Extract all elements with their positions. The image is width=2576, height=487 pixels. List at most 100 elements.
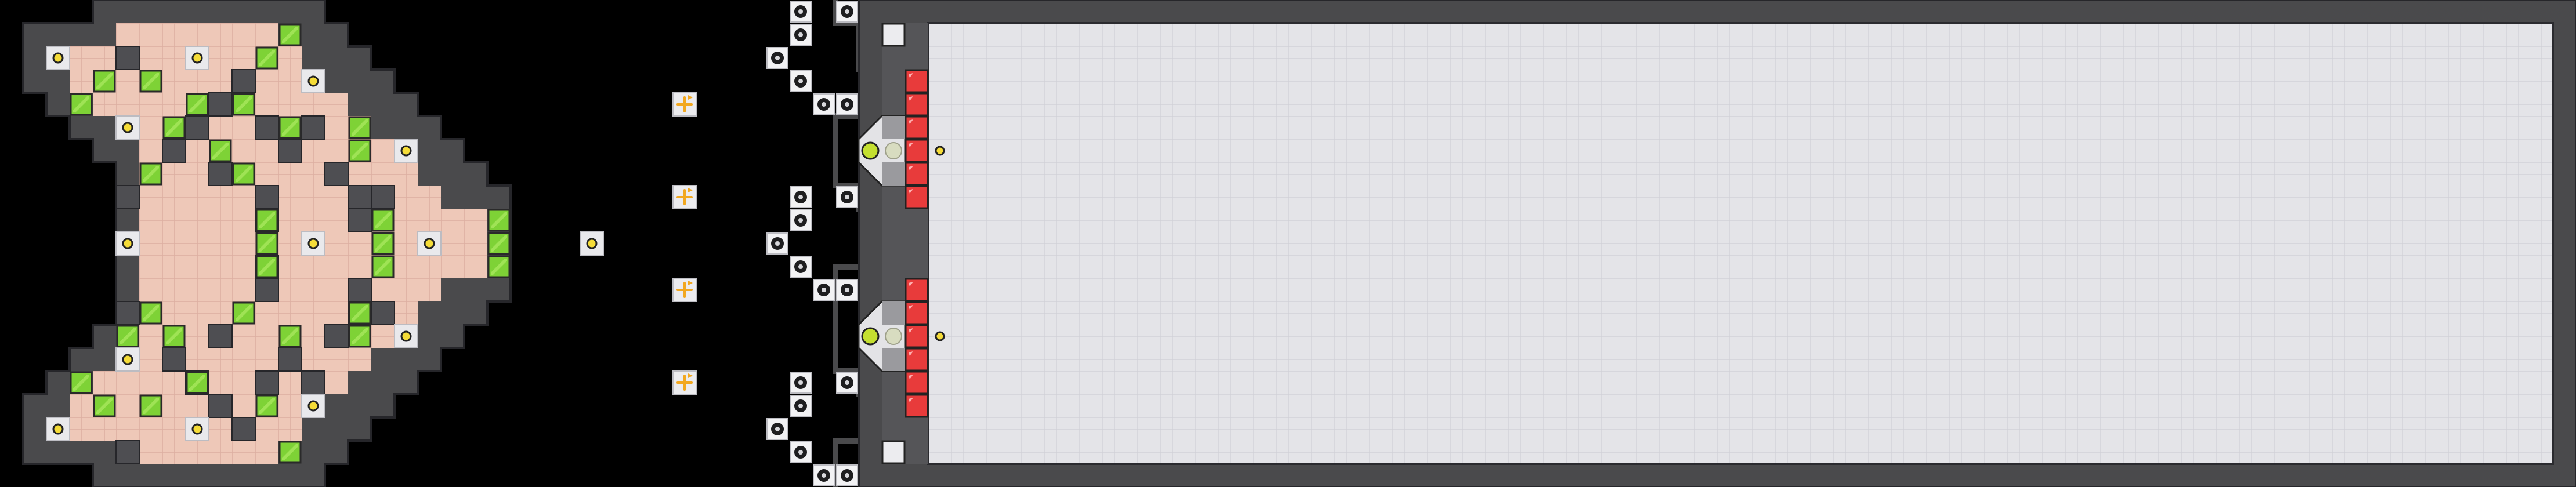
wall-block (278, 139, 302, 163)
wall-block (255, 185, 279, 209)
green-block-icon (232, 93, 255, 116)
node-yellow-icon (580, 231, 604, 256)
node-yellow-icon (115, 347, 140, 372)
green-block-icon (162, 116, 186, 139)
green-block-icon (232, 301, 255, 325)
green-block-icon (70, 93, 93, 116)
rotate-arrows-icon[interactable] (672, 278, 697, 302)
ring-pad-icon (813, 93, 835, 115)
green-block-icon (255, 46, 278, 70)
green-block-icon (209, 139, 232, 162)
ring-pad-icon (766, 232, 788, 255)
node-yellow-icon (46, 417, 70, 441)
wall-block (115, 185, 140, 209)
red-block-icon (905, 139, 929, 163)
ring-pad-icon (813, 279, 835, 301)
wall-block (115, 301, 140, 325)
ring-pad-icon (790, 395, 812, 417)
green-block-icon (348, 139, 371, 162)
green-block-icon (348, 325, 371, 348)
wall-block (162, 347, 186, 372)
red-block-icon (905, 347, 929, 372)
wall-block (301, 370, 325, 395)
orb-icon (861, 141, 880, 160)
green-block-icon (70, 371, 93, 394)
green-block-icon (139, 70, 162, 93)
wall-block (255, 370, 279, 395)
green-block-icon (278, 116, 302, 139)
ring-pad-icon (813, 464, 835, 486)
green-block-icon (487, 255, 511, 278)
red-block-icon (905, 324, 929, 348)
wall-block (371, 301, 395, 325)
green-block-icon (139, 301, 162, 325)
green-block-icon (186, 93, 209, 116)
node-yellow-icon (115, 231, 140, 256)
node-yellow-icon (46, 46, 70, 70)
green-block-icon (162, 325, 186, 348)
green-block-icon (278, 441, 302, 464)
wall-block (348, 278, 372, 302)
ring-pad-icon (836, 93, 858, 115)
wall-block (115, 46, 140, 70)
corner-block (881, 23, 906, 47)
red-block-icon (905, 185, 929, 209)
arena (858, 0, 2576, 487)
rotate-arrows-icon[interactable] (672, 185, 697, 209)
ring-pad-icon (836, 1, 858, 23)
red-block-icon (905, 115, 929, 140)
node-yellow-icon (301, 394, 325, 418)
node-yellow-icon (185, 46, 209, 70)
ring-pad-icon (790, 209, 812, 231)
wall-block (231, 69, 256, 93)
green-block-icon (93, 394, 116, 417)
wall-block (208, 92, 233, 117)
green-block-icon (348, 301, 371, 325)
red-block-icon (905, 69, 929, 93)
green-block-icon (371, 232, 395, 255)
red-block-icon (905, 162, 929, 186)
ring-pad-icon (836, 186, 858, 208)
wall-block (348, 185, 372, 209)
red-block-icon (905, 394, 929, 418)
ring-pad-icon (766, 418, 788, 440)
node-yellow-icon (185, 417, 209, 441)
arena-floor (927, 22, 2554, 465)
node-yellow-icon (935, 146, 945, 156)
red-block-icon (905, 370, 929, 395)
rotate-arrows-icon[interactable] (672, 92, 697, 117)
wall-block (208, 162, 233, 186)
ring-pad-icon (836, 279, 858, 301)
node-yellow-icon (935, 331, 945, 341)
corner-block (881, 440, 906, 464)
wall-block (115, 440, 140, 464)
green-block-icon (255, 232, 278, 255)
wall-block (348, 208, 372, 232)
green-block-icon (255, 255, 278, 278)
rotate-arrows-icon[interactable] (672, 370, 697, 395)
green-block-icon (139, 394, 162, 417)
green-block-icon (255, 209, 278, 232)
node-yellow-icon (417, 231, 442, 256)
green-block-icon (348, 116, 371, 139)
ring-pad-icon (790, 372, 812, 394)
orb-icon (885, 328, 902, 345)
ring-pad-icon (790, 441, 812, 463)
node-yellow-icon (394, 139, 418, 163)
wall-block (185, 115, 209, 140)
green-block-icon (487, 232, 511, 255)
green-block-icon (93, 70, 116, 93)
green-block-icon (232, 162, 255, 186)
node-yellow-icon (301, 231, 325, 256)
wall-block (208, 394, 233, 418)
green-block-icon (487, 209, 511, 232)
wall-block (324, 162, 349, 186)
wall-block (231, 417, 256, 441)
green-block-icon (278, 325, 302, 348)
wall-block (301, 115, 325, 140)
green-block-icon (278, 23, 302, 46)
wall-block (255, 115, 279, 140)
ring-pad-icon (790, 1, 812, 23)
ring-pad-icon (836, 464, 858, 486)
green-block-icon (255, 394, 278, 417)
